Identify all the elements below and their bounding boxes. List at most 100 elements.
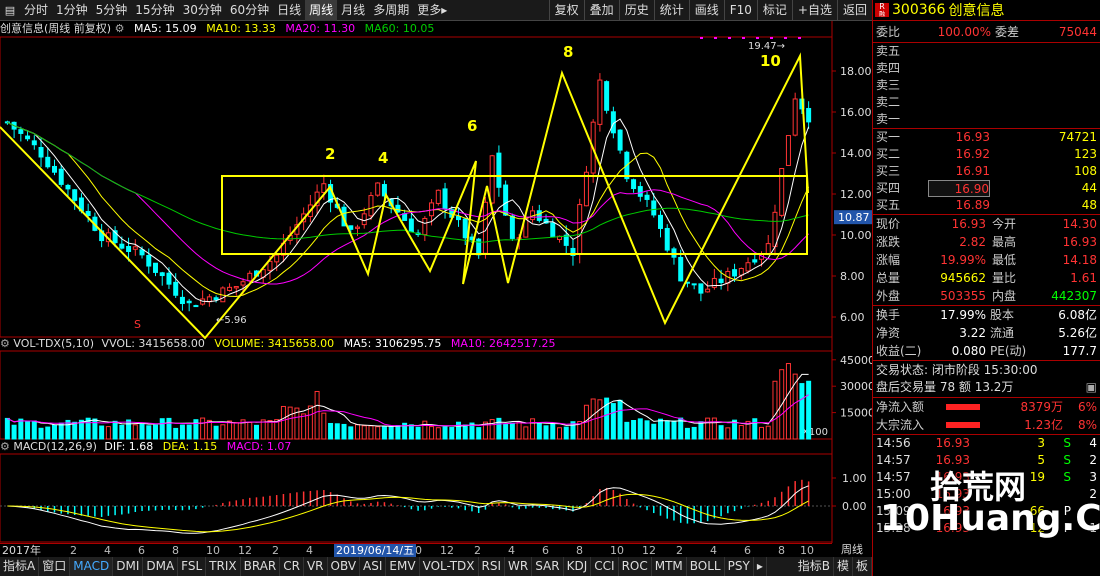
axis-month-6: 2 <box>272 544 279 557</box>
tab-0[interactable]: 分时 <box>20 0 52 21</box>
indicator-tab-5[interactable]: FSL <box>178 557 207 576</box>
buy-price: 16.91 <box>955 164 990 178</box>
stat-value-2: 1.61 <box>1070 271 1097 285</box>
dea-value: DEA: 1.15 <box>162 440 218 453</box>
vol-settings-icon[interactable]: ⚙ <box>0 337 13 350</box>
indicator-tab-18[interactable]: CCI <box>591 557 619 576</box>
bottom-right-tab-1[interactable]: 模 <box>834 557 853 576</box>
tab-7[interactable]: 周线 <box>305 0 338 21</box>
weibi-row: 委比 100.00% 委差 75044 <box>873 21 1100 43</box>
sell-price <box>928 94 990 111</box>
volume-bar-70 <box>476 427 482 440</box>
tool-button-3[interactable]: 统计 <box>653 0 689 21</box>
tool-button-2[interactable]: 历史 <box>618 0 654 21</box>
volume-bar-81 <box>550 422 556 440</box>
indicator-tab-16[interactable]: SAR <box>532 557 564 576</box>
volume-bar-51 <box>348 426 354 440</box>
indicator-tab-14[interactable]: RSI <box>479 557 506 576</box>
bottom-right-tab-2[interactable]: 板 <box>853 557 872 576</box>
candle-body-79 <box>536 210 542 221</box>
tab-2[interactable]: 5分钟 <box>92 0 132 21</box>
indicator-tab-17[interactable]: KDJ <box>564 557 592 576</box>
bottom-right-tab-0[interactable]: 指标B <box>795 557 834 576</box>
candle-body-26 <box>179 296 185 305</box>
tool-button-1[interactable]: 叠加 <box>583 0 619 21</box>
tick-flag: S <box>1063 436 1071 450</box>
indicator-tab-23[interactable]: ▸ <box>754 557 767 576</box>
candle-body-100 <box>678 256 684 282</box>
macd-value: MACD: 1.07 <box>226 440 292 453</box>
tick-row-0: 14:56 16.93 3 S 4 <box>873 435 1100 452</box>
candle-body-53 <box>361 213 367 226</box>
price-axis-label-4: 10.00 <box>840 229 872 242</box>
tool-button-5[interactable]: F10 <box>723 0 757 21</box>
volume-bar-24 <box>166 417 172 440</box>
chart-area[interactable]: 18.00 16.00 14.00 12.00 10.00 8.00 6.00 10.87 2 4… <box>0 21 872 543</box>
indicator-tab-7[interactable]: BRAR <box>241 557 281 576</box>
price-axis-label-1: 16.00 <box>840 106 872 119</box>
tab-9[interactable]: 多周期 <box>369 0 413 21</box>
tool-button-8[interactable]: 返回 <box>836 0 872 21</box>
fund-label: 换手 <box>876 308 901 322</box>
indicator-tab-11[interactable]: ASI <box>360 557 387 576</box>
volume-bar-106 <box>718 425 724 440</box>
tick-volume: 12 <box>1029 521 1045 535</box>
indicator-tab-10[interactable]: OBV <box>328 557 361 576</box>
expand-icon[interactable]: ▣ <box>1086 379 1097 396</box>
indicator-tab-8[interactable]: CR <box>280 557 304 576</box>
time-axis: 2017年2468101224681012246810122468102019/… <box>0 543 832 558</box>
tool-button-7[interactable]: +自选 <box>791 0 837 21</box>
volume-bar-67 <box>456 421 461 440</box>
tab-6[interactable]: 日线 <box>273 0 305 21</box>
fund-label-2: PE(动) <box>990 344 1027 358</box>
indicator-tab-12[interactable]: EMV <box>386 557 420 576</box>
volume-bar-92 <box>624 421 630 440</box>
tab-10[interactable]: 更多▸ <box>413 0 451 21</box>
indicator-tab-21[interactable]: BOLL <box>687 557 725 576</box>
tab-5[interactable]: 60分钟 <box>226 0 273 21</box>
indicator-tab-3[interactable]: DMI <box>113 557 144 576</box>
indicator-tab-19[interactable]: ROC <box>619 557 652 576</box>
wave-label-0: 2 <box>325 145 335 163</box>
settings-icon[interactable]: ⚙ <box>115 22 125 35</box>
tool-button-4[interactable]: 画线 <box>688 0 724 21</box>
tab-4[interactable]: 30分钟 <box>179 0 226 21</box>
wave-label-3: 8 <box>563 43 573 61</box>
volume-bar-14 <box>99 425 105 440</box>
candle-body-62 <box>422 217 428 236</box>
indicator-tab-20[interactable]: MTM <box>652 557 687 576</box>
stat-label: 现价 <box>876 217 901 231</box>
grid-menu-icon[interactable]: ▤ <box>0 0 20 21</box>
indicator-tab-2[interactable]: MACD <box>70 557 114 576</box>
indicator-tab-0[interactable]: 指标A <box>0 557 40 576</box>
volume-bar-7 <box>52 424 57 440</box>
candle-body-73 <box>496 152 502 188</box>
stat-value: 19.99% <box>940 253 986 267</box>
candle-body-20 <box>139 249 145 256</box>
tool-button-0[interactable]: 复权 <box>548 0 584 21</box>
trade-status-box: 交易状态: 闭市阶段 15:30:00 盘后交易量 78 额 13.2万 ▣ <box>873 361 1100 398</box>
indicator-tab-1[interactable]: 窗口 <box>39 557 71 576</box>
volume-bar-112 <box>759 426 764 440</box>
indicator-tab-6[interactable]: TRIX <box>206 557 241 576</box>
stock-header: R融 300366 创意信息 <box>873 0 1100 21</box>
tool-button-6[interactable]: 标记 <box>756 0 792 21</box>
candle-body-58 <box>395 204 401 213</box>
tick-list[interactable]: 14:56 16.93 3 S 4 14:57 16.93 5 S 2 14:57 16.93 19 S 3… <box>873 435 1100 537</box>
price-stats: 现价 16.93 今开 14.30 涨跌 2.82 最高 16.93 涨幅 19.99% 最低 14.… <box>873 215 1100 306</box>
price-axis-label-6: 6.00 <box>840 311 865 324</box>
axis-month-16: 10 <box>610 544 624 557</box>
indicator-tab-15[interactable]: WR <box>505 557 533 576</box>
tab-3[interactable]: 15分钟 <box>131 0 178 21</box>
tab-8[interactable]: 月线 <box>337 0 369 21</box>
tab-1[interactable]: 1分钟 <box>52 0 92 21</box>
volume-bar-48 <box>328 422 334 440</box>
indicator-tab-4[interactable]: DMA <box>143 557 179 576</box>
macd-settings-icon[interactable]: ⚙ <box>0 440 13 453</box>
signal-dot-4 <box>756 37 759 39</box>
macd-title: MACD(12,26,9) <box>13 440 97 453</box>
indicator-tab-9[interactable]: VR <box>304 557 328 576</box>
indicator-tab-13[interactable]: VOL-TDX <box>420 557 479 576</box>
candle-body-109 <box>738 267 744 276</box>
indicator-tab-22[interactable]: PSY <box>725 557 754 576</box>
